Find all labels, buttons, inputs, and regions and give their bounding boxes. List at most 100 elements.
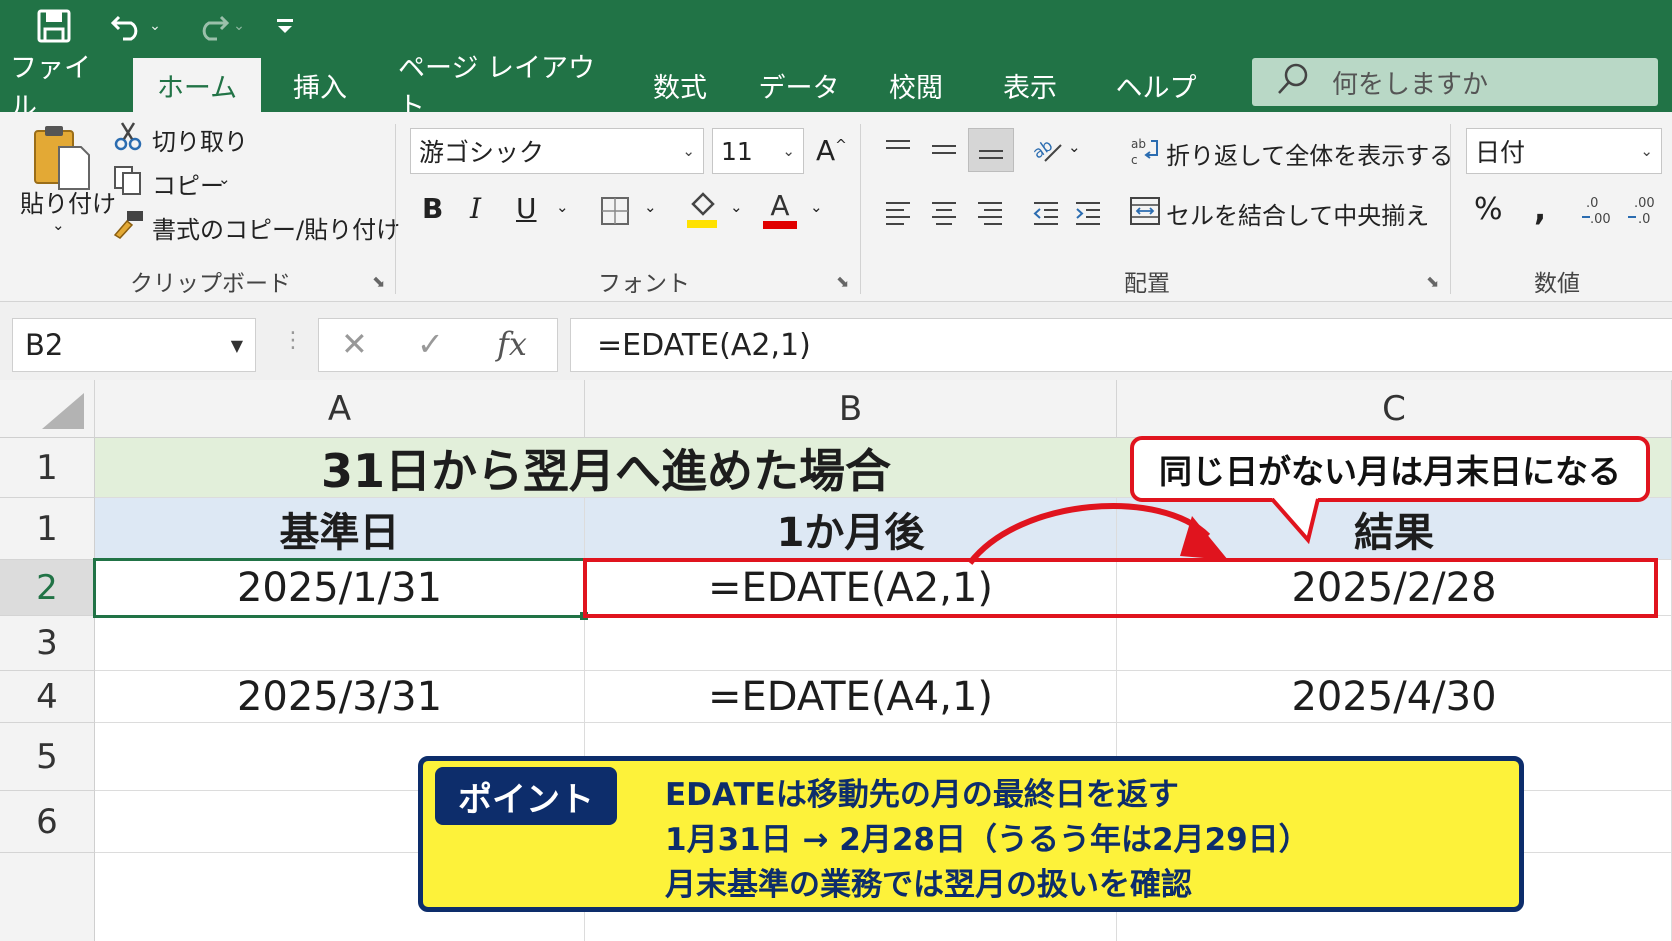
- merge-dropdown-icon[interactable]: ⌄: [1412, 202, 1425, 220]
- copy-dropdown-icon[interactable]: ⌄: [218, 170, 231, 188]
- row-header[interactable]: 1: [0, 498, 95, 560]
- decrease-decimal-icon[interactable]: .00.0: [1626, 192, 1666, 230]
- clipboard-group-label: クリップボード: [130, 271, 291, 297]
- svg-text:.00: .00: [1634, 196, 1655, 211]
- tab-help[interactable]: ヘルプ: [1108, 58, 1204, 112]
- point-tag: ポイント: [435, 767, 617, 825]
- cut-label[interactable]: 切り取り: [152, 122, 248, 157]
- font-name-select[interactable]: 游ゴシック ⌄: [410, 128, 704, 174]
- cancel-icon[interactable]: ✕: [341, 325, 368, 363]
- paste-label[interactable]: 貼り付け: [20, 184, 116, 219]
- svg-text:.0: .0: [1586, 196, 1598, 211]
- grip-icon[interactable]: ⋮: [282, 328, 304, 353]
- tab-insert[interactable]: 挿入: [280, 58, 360, 112]
- customize-qat-icon[interactable]: [270, 6, 300, 46]
- svg-text:c: c: [1131, 153, 1138, 167]
- undo-icon[interactable]: ⌄: [106, 6, 166, 46]
- column-header-b[interactable]: B: [585, 380, 1117, 438]
- header-cell[interactable]: 基準日: [95, 498, 585, 560]
- wrap-text-icon[interactable]: ab c: [1128, 134, 1162, 168]
- redo-icon[interactable]: ⌄: [190, 6, 250, 46]
- redo-dropdown-icon[interactable]: ⌄: [233, 18, 245, 34]
- row-header[interactable]: 5: [0, 723, 95, 791]
- wrap-text-label[interactable]: 折り返して全体を表示する: [1166, 136, 1453, 171]
- tab-home[interactable]: ホーム: [133, 58, 261, 112]
- align-left-icon[interactable]: [882, 198, 914, 228]
- font-color-dropdown-icon[interactable]: ⌄: [810, 198, 823, 216]
- name-box[interactable]: B2 ▼: [12, 318, 256, 372]
- font-color-icon[interactable]: A: [762, 188, 798, 232]
- increase-font-size-icon[interactable]: A^: [816, 134, 847, 167]
- bold-button[interactable]: B: [422, 192, 443, 225]
- tab-formulas[interactable]: 数式: [640, 58, 720, 112]
- undo-dropdown-icon[interactable]: ⌄: [149, 18, 161, 34]
- enter-icon[interactable]: ✓: [417, 325, 444, 363]
- column-header-a[interactable]: A: [95, 380, 585, 438]
- svg-text:.00: .00: [1590, 212, 1611, 227]
- underline-dropdown-icon[interactable]: ⌄: [556, 198, 569, 216]
- tell-me-search[interactable]: 何をしますか: [1252, 58, 1658, 106]
- italic-button[interactable]: I: [470, 192, 481, 225]
- comma-style-button[interactable]: ,: [1534, 190, 1546, 228]
- increase-indent-icon[interactable]: [1072, 198, 1104, 228]
- insert-function-icon[interactable]: fx: [497, 325, 527, 363]
- chevron-down-icon[interactable]: ▼: [231, 336, 243, 355]
- orientation-icon[interactable]: ab: [1030, 130, 1066, 166]
- column-header-c[interactable]: C: [1117, 380, 1672, 438]
- align-right-icon[interactable]: [974, 198, 1006, 228]
- font-group-label: フォント: [598, 271, 690, 297]
- formula-input[interactable]: =EDATE(A2,1): [570, 318, 1672, 372]
- increase-decimal-icon[interactable]: .0.00: [1580, 192, 1614, 230]
- point-box: ポイント EDATEは移動先の月の最終日を返す 1月31日 → 2月28日（うる…: [418, 756, 1524, 912]
- svg-text:.0: .0: [1638, 212, 1650, 227]
- tab-review[interactable]: 校閲: [876, 58, 956, 112]
- clipboard-launcher-icon[interactable]: ⬊: [372, 272, 385, 291]
- middle-align-icon[interactable]: [928, 134, 960, 164]
- bottom-align-icon[interactable]: [968, 128, 1014, 172]
- tab-data[interactable]: データ: [755, 58, 843, 112]
- cell-c4[interactable]: 2025/4/30: [1117, 671, 1672, 723]
- percent-style-button[interactable]: %: [1474, 192, 1503, 227]
- format-painter-icon[interactable]: [112, 208, 146, 240]
- cell-a4[interactable]: 2025/3/31: [95, 671, 585, 723]
- cell-c3[interactable]: [1117, 616, 1672, 671]
- separator: [395, 124, 396, 294]
- font-launcher-icon[interactable]: ⬊: [836, 272, 849, 291]
- row-header[interactable]: 3: [0, 616, 95, 671]
- tab-file[interactable]: ファイル: [10, 53, 115, 123]
- borders-icon[interactable]: [598, 194, 632, 228]
- row-header[interactable]: 6: [0, 791, 95, 853]
- number-format-select[interactable]: 日付 ⌄: [1466, 128, 1662, 174]
- row-header[interactable]: 2: [0, 560, 95, 616]
- tab-page-layout[interactable]: ページ レイアウト: [398, 53, 608, 123]
- borders-dropdown-icon[interactable]: ⌄: [644, 198, 657, 216]
- scissors-icon[interactable]: [112, 120, 144, 152]
- orientation-dropdown-icon[interactable]: ⌄: [1068, 138, 1081, 156]
- cell-b3[interactable]: [585, 616, 1117, 671]
- format-painter-label[interactable]: 書式のコピー/貼り付け: [152, 210, 400, 245]
- align-center-icon[interactable]: [928, 198, 960, 228]
- cell-b4[interactable]: =EDATE(A4,1): [585, 671, 1117, 723]
- row-header[interactable]: 4: [0, 671, 95, 723]
- fill-color-icon[interactable]: [684, 190, 720, 230]
- tab-view[interactable]: 表示: [990, 58, 1070, 112]
- formula-bar: B2 ▼ ⋮ ✕ ✓ fx =EDATE(A2,1): [0, 302, 1672, 380]
- row-header[interactable]: 1: [0, 438, 95, 498]
- svg-text:ab: ab: [1131, 137, 1146, 151]
- underline-button[interactable]: U: [516, 192, 537, 225]
- select-all-corner[interactable]: [0, 380, 95, 438]
- top-align-icon[interactable]: [882, 134, 914, 164]
- row-header: [0, 853, 95, 941]
- alignment-launcher-icon[interactable]: ⬊: [1426, 272, 1439, 291]
- copy-icon[interactable]: [112, 164, 144, 196]
- cell-a3[interactable]: [95, 616, 585, 671]
- save-icon[interactable]: [34, 6, 74, 46]
- merge-center-label[interactable]: セルを結合して中央揃え: [1166, 196, 1429, 231]
- point-line: 月末基準の業務では翌月の扱いを確認: [665, 867, 1192, 903]
- merge-center-icon[interactable]: [1128, 194, 1162, 228]
- decrease-indent-icon[interactable]: [1030, 198, 1062, 228]
- fill-color-dropdown-icon[interactable]: ⌄: [730, 198, 743, 216]
- font-size-select[interactable]: 11 ⌄: [712, 128, 804, 174]
- copy-label[interactable]: コピー: [152, 166, 224, 201]
- paste-dropdown-icon[interactable]: ⌄: [52, 216, 65, 234]
